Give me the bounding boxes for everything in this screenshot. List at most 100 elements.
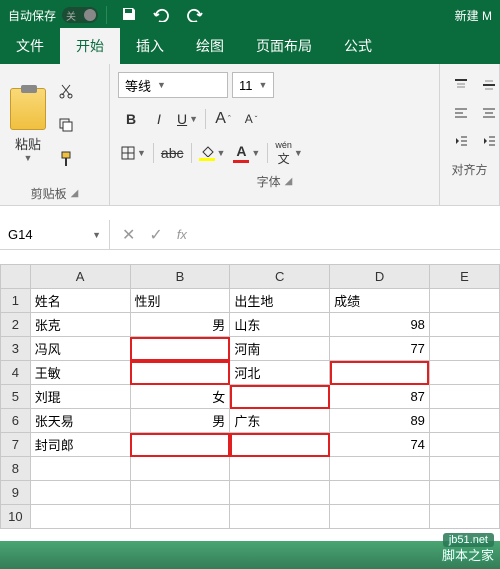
cell[interactable]: 性别	[130, 289, 230, 313]
cell[interactable]	[330, 361, 430, 385]
col-header[interactable]: C	[230, 265, 330, 289]
cell[interactable]	[30, 505, 130, 529]
decrease-indent-button[interactable]	[448, 128, 474, 154]
cell[interactable]	[130, 481, 230, 505]
select-all-corner[interactable]	[1, 265, 31, 289]
cell[interactable]: 冯风	[30, 337, 130, 361]
cell[interactable]	[230, 385, 330, 409]
save-icon[interactable]	[121, 6, 137, 25]
cell[interactable]	[429, 457, 499, 481]
paste-button[interactable]: 粘贴 ▼	[6, 68, 50, 182]
formula-input[interactable]	[199, 220, 500, 249]
cell[interactable]: 男	[130, 313, 230, 337]
col-header[interactable]: E	[429, 265, 499, 289]
row-header[interactable]: 5	[1, 385, 31, 409]
cell[interactable]	[230, 505, 330, 529]
cell[interactable]	[30, 481, 130, 505]
cell[interactable]	[429, 385, 499, 409]
strikethrough-button[interactable]: abc	[158, 140, 187, 166]
cell[interactable]	[429, 433, 499, 457]
toggle-switch[interactable]: 关	[62, 7, 98, 23]
col-header[interactable]: D	[330, 265, 430, 289]
undo-icon[interactable]	[153, 6, 171, 25]
spreadsheet-grid[interactable]: A B C D E 1 姓名 性别 出生地 成绩 2 张克 男 山东 98 3 …	[0, 264, 500, 529]
cell[interactable]: 男	[130, 409, 230, 433]
cell[interactable]: 刘琨	[30, 385, 130, 409]
col-header[interactable]: B	[130, 265, 230, 289]
row-header[interactable]: 3	[1, 337, 31, 361]
format-painter-icon[interactable]	[56, 149, 76, 169]
grow-font-button[interactable]: Aˆ	[210, 106, 236, 132]
cell[interactable]	[30, 457, 130, 481]
cell[interactable]	[130, 457, 230, 481]
row-header[interactable]: 9	[1, 481, 31, 505]
cell[interactable]: 王敏	[30, 361, 130, 385]
cell[interactable]: 姓名	[30, 289, 130, 313]
row-header[interactable]: 8	[1, 457, 31, 481]
tab-draw[interactable]: 绘图	[180, 28, 240, 64]
cell[interactable]	[330, 457, 430, 481]
align-middle-button[interactable]	[476, 72, 500, 98]
cell[interactable]	[429, 313, 499, 337]
row-header[interactable]: 2	[1, 313, 31, 337]
cell[interactable]	[429, 361, 499, 385]
cell[interactable]	[429, 289, 499, 313]
underline-button[interactable]: U▼	[174, 106, 201, 132]
fill-color-button[interactable]: ▼	[196, 140, 229, 166]
col-header[interactable]: A	[30, 265, 130, 289]
row-header[interactable]: 1	[1, 289, 31, 313]
cell[interactable]: 河南	[230, 337, 330, 361]
cell[interactable]: 河北	[230, 361, 330, 385]
cell[interactable]: 山东	[230, 313, 330, 337]
cell[interactable]	[429, 337, 499, 361]
cell[interactable]: 张克	[30, 313, 130, 337]
row-header[interactable]: 4	[1, 361, 31, 385]
cell[interactable]	[130, 337, 230, 361]
tab-insert[interactable]: 插入	[120, 28, 180, 64]
tab-layout[interactable]: 页面布局	[240, 28, 328, 64]
cell[interactable]	[330, 505, 430, 529]
redo-icon[interactable]	[187, 6, 203, 25]
align-top-button[interactable]	[448, 72, 474, 98]
italic-button[interactable]: I	[146, 106, 172, 132]
autosave-toggle[interactable]: 自动保存 关	[0, 7, 106, 24]
cell[interactable]: 89	[330, 409, 430, 433]
row-header[interactable]: 6	[1, 409, 31, 433]
name-box[interactable]: G14 ▼	[0, 220, 110, 249]
cell[interactable]	[429, 409, 499, 433]
cut-icon[interactable]	[56, 81, 76, 101]
cell[interactable]	[330, 481, 430, 505]
cell[interactable]: 74	[330, 433, 430, 457]
dialog-launcher-icon[interactable]: ◢	[71, 188, 79, 199]
cell[interactable]	[230, 457, 330, 481]
cell[interactable]: 女	[130, 385, 230, 409]
cell[interactable]	[230, 481, 330, 505]
bold-button[interactable]: B	[118, 106, 144, 132]
cell[interactable]: 封司郎	[30, 433, 130, 457]
fx-icon[interactable]: fx	[177, 227, 187, 242]
cell[interactable]: 张天易	[30, 409, 130, 433]
cell[interactable]: 87	[330, 385, 430, 409]
cell[interactable]	[130, 361, 230, 385]
cancel-icon[interactable]: ✕	[122, 225, 135, 245]
confirm-icon[interactable]: ✓	[149, 225, 162, 245]
tab-formula[interactable]: 公式	[328, 28, 388, 64]
cell[interactable]	[130, 433, 230, 457]
row-header[interactable]: 7	[1, 433, 31, 457]
font-size-select[interactable]: 11▼	[232, 72, 274, 98]
font-color-button[interactable]: A ▼	[230, 140, 263, 166]
phonetic-button[interactable]: wén文 ▼	[272, 140, 305, 166]
cell[interactable]	[429, 505, 499, 529]
copy-icon[interactable]	[56, 115, 76, 135]
cell[interactable]: 出生地	[230, 289, 330, 313]
row-header[interactable]: 10	[1, 505, 31, 529]
tab-home[interactable]: 开始	[60, 28, 120, 64]
cell[interactable]: 77	[330, 337, 430, 361]
shrink-font-button[interactable]: Aˇ	[238, 106, 264, 132]
cell[interactable]	[130, 505, 230, 529]
cell[interactable]: 广东	[230, 409, 330, 433]
tab-file[interactable]: 文件	[0, 28, 60, 64]
cell[interactable]	[429, 481, 499, 505]
dialog-launcher-icon[interactable]: ◢	[285, 176, 293, 187]
border-button[interactable]: ▼	[118, 140, 149, 166]
